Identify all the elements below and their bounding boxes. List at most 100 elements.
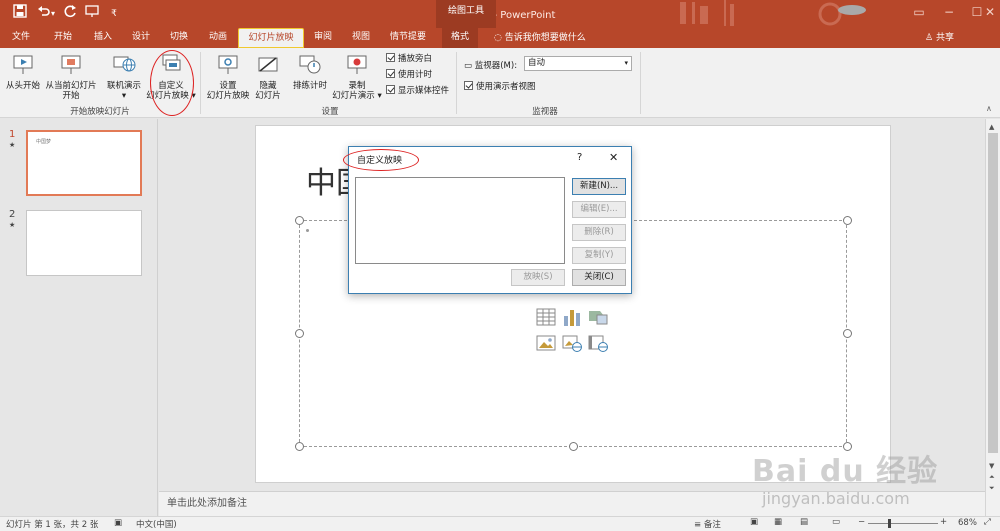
remove-button[interactable]: 删除(R)	[572, 224, 626, 241]
ribbon-display-icon[interactable]: ▭	[904, 2, 934, 22]
tab-transitions[interactable]: 切换	[164, 28, 194, 48]
online-picture-icon[interactable]	[562, 333, 582, 353]
hide-slide-icon	[258, 57, 278, 72]
tab-animations[interactable]: 动画	[203, 28, 233, 48]
stopwatch-icon	[299, 55, 321, 74]
record-slideshow-button[interactable]: 录制 幻灯片演示 ▾	[332, 54, 382, 101]
group-separator	[200, 52, 201, 114]
tab-insert[interactable]: 插入	[88, 28, 118, 48]
scroll-thumb[interactable]	[988, 133, 998, 453]
fit-slide-icon[interactable]: ⤢	[984, 517, 991, 527]
status-bar: 幻灯片 第 1 张，共 2 张 ▣ 中文(中国) ≡ 备注 ▣ ▦ ▤ ▭ − …	[0, 516, 1000, 531]
record-icon	[347, 55, 367, 74]
spellcheck-icon[interactable]: ▣	[114, 518, 122, 528]
zoom-level[interactable]: 68%	[958, 518, 977, 528]
slide-thumbnail-2[interactable]	[26, 210, 142, 276]
resize-handle[interactable]	[843, 329, 852, 338]
slide-count-status: 幻灯片 第 1 张，共 2 张	[6, 520, 99, 530]
tell-me-search[interactable]: ◌ 告诉我你想要做什么	[494, 28, 586, 48]
tab-format[interactable]: 格式	[442, 28, 478, 48]
collapse-ribbon-icon[interactable]: ∧	[986, 104, 992, 113]
next-slide-icon[interactable]: ⏷	[989, 484, 995, 493]
video-icon[interactable]	[588, 333, 608, 353]
tab-home[interactable]: 开始	[48, 28, 78, 48]
slide-sorter-icon[interactable]: ▦	[774, 517, 782, 527]
custom-shows-list[interactable]	[355, 177, 565, 264]
scroll-up-icon[interactable]: ▲	[989, 123, 994, 131]
tab-review[interactable]: 审阅	[308, 28, 338, 48]
monitor-select[interactable]: 自动 ▾	[524, 56, 632, 71]
watermark-brand: Bai du 经验	[752, 454, 939, 489]
monitor-icon: ▭	[464, 61, 475, 71]
zoom-in-button[interactable]: +	[940, 517, 947, 527]
show-button[interactable]: 放映(S)	[511, 269, 565, 286]
setup-slideshow-icon	[218, 55, 238, 74]
new-button[interactable]: 新建(N)...	[572, 178, 626, 195]
from-beginning-button[interactable]: 从头开始	[4, 54, 42, 91]
share-button[interactable]: ♙ 共享	[925, 28, 954, 48]
edit-button[interactable]: 编辑(E)...	[572, 201, 626, 218]
show-media-controls-checkbox[interactable]: 显示媒体控件	[386, 84, 449, 98]
prev-slide-icon[interactable]: ⏶	[989, 473, 995, 482]
tab-view[interactable]: 视图	[346, 28, 376, 48]
resize-handle[interactable]	[295, 216, 304, 225]
zoom-slider[interactable]	[868, 519, 938, 528]
title-decoration-icon	[680, 0, 866, 26]
group-label-monitor: 监视器	[532, 107, 558, 117]
tab-file[interactable]: 文件	[6, 28, 36, 48]
zoom-out-button[interactable]: −	[858, 517, 865, 527]
table-icon[interactable]	[536, 307, 556, 327]
group-separator	[456, 52, 457, 114]
copy-button[interactable]: 复制(Y)	[572, 247, 626, 264]
use-timings-checkbox[interactable]: 使用计时	[386, 68, 432, 82]
dialog-close-icon[interactable]: ✕	[609, 151, 618, 164]
reading-view-icon[interactable]: ▤	[800, 517, 808, 527]
help-icon[interactable]: ?	[577, 152, 582, 163]
projector-start-icon	[13, 55, 33, 74]
slide-thumbnail-1[interactable]: 中国梦	[26, 130, 142, 196]
checkbox-checked-icon	[386, 69, 395, 78]
notes-toggle[interactable]: ≡ 备注	[694, 518, 721, 530]
resize-handle[interactable]	[295, 442, 304, 451]
smartart-icon[interactable]	[588, 307, 608, 327]
play-narrations-checkbox[interactable]: 播放旁白	[386, 52, 432, 66]
checkbox-checked-icon	[386, 53, 395, 62]
slide-thumbnail-panel: 1 ★ 中国梦 2 ★	[0, 119, 158, 516]
group-label-setup: 设置	[321, 107, 339, 117]
close-button[interactable]: 关闭(C)	[572, 269, 626, 286]
person-icon: ♙	[925, 33, 936, 43]
zoom-slider-thumb[interactable]	[888, 519, 891, 528]
presenter-view-checkbox[interactable]: 使用演示者视图	[464, 80, 536, 94]
tab-design[interactable]: 设计	[126, 28, 156, 48]
notes-icon: ≡	[694, 520, 704, 530]
resize-handle[interactable]	[569, 442, 578, 451]
ribbon: 从头开始 从当前幻灯片 开始 联机演示 ▾ 自定义 幻灯片放映 ▾ 开始放映幻灯…	[0, 48, 1000, 118]
slideshow-view-icon[interactable]: ▭	[832, 517, 840, 527]
normal-view-icon[interactable]: ▣	[750, 517, 758, 527]
chart-icon[interactable]	[562, 307, 582, 327]
scroll-down-icon[interactable]: ▼	[989, 462, 994, 470]
minimize-icon[interactable]: −	[934, 2, 964, 22]
language-status[interactable]: 中文(中国)	[136, 518, 177, 530]
hide-slide-button[interactable]: 隐藏 幻灯片	[252, 54, 284, 101]
present-online-button[interactable]: 联机演示 ▾	[104, 54, 144, 101]
title-bar: ▾ ₹ 例子.pptx - PowerPoint 绘图工具 ▭ − ☐ ✕	[0, 0, 1000, 28]
watermark-url: jingyan.baidu.com	[762, 489, 910, 508]
transition-star-icon: ★	[9, 221, 16, 229]
close-icon[interactable]: ✕	[980, 2, 1000, 22]
checkbox-checked-icon	[386, 85, 395, 94]
from-current-slide-button[interactable]: 从当前幻灯片 开始	[44, 54, 98, 101]
tab-slideshow[interactable]: 幻灯片放映	[238, 28, 304, 48]
picture-icon[interactable]	[536, 333, 556, 353]
thumbnail-title: 中国梦	[36, 139, 52, 145]
slide-number: 1	[9, 129, 16, 140]
vertical-scrollbar[interactable]: ▲ ▼ ⏶ ⏷	[985, 119, 1000, 516]
setup-slideshow-button[interactable]: 设置 幻灯片放映	[205, 54, 251, 101]
rehearse-timings-button[interactable]: 排练计时	[290, 54, 330, 91]
resize-handle[interactable]	[295, 329, 304, 338]
tab-storyboard[interactable]: 情节提要	[386, 28, 430, 48]
projector-current-icon	[61, 55, 81, 74]
resize-handle[interactable]	[843, 216, 852, 225]
slide-number: 2	[9, 209, 16, 220]
transition-star-icon: ★	[9, 141, 16, 149]
